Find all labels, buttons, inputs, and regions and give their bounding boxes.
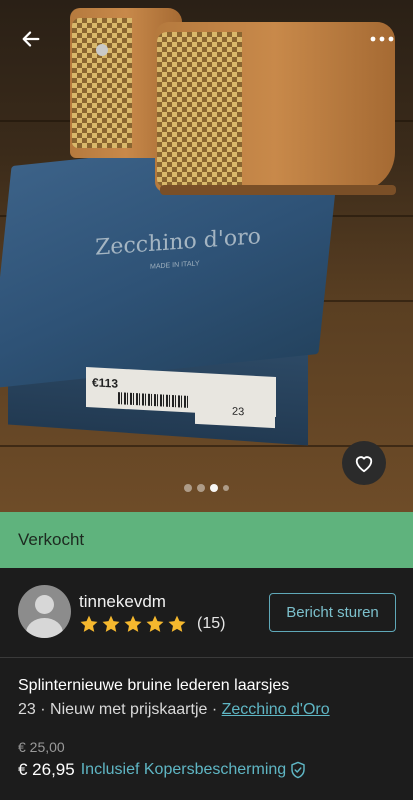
heart-icon — [355, 456, 373, 473]
price-sticker-value: €113 — [92, 375, 119, 391]
meta-separator: · — [35, 701, 51, 718]
more-dots-icon — [370, 36, 394, 42]
item-size: 23 — [18, 701, 36, 718]
item-photo[interactable]: Zecchino d'oro MADE IN ITALY €113 23 — [0, 0, 413, 512]
review-count: (15) — [197, 615, 226, 632]
sold-banner: Verkocht — [0, 512, 413, 568]
item-brand-link[interactable]: Zecchino d'Oro — [222, 701, 330, 718]
meta-separator: · — [207, 701, 222, 718]
boot-front-sole — [160, 185, 396, 195]
favorite-button[interactable] — [342, 441, 386, 485]
buyer-protection-link[interactable]: Inclusief Kopersbescherming — [81, 761, 286, 779]
boot-front-pattern — [157, 32, 242, 187]
size-sticker-value: 23 — [232, 405, 245, 419]
carousel-dot-active[interactable] — [210, 484, 218, 492]
star-icon — [102, 615, 120, 632]
more-options-button[interactable] — [365, 22, 399, 56]
carousel-dot[interactable] — [197, 484, 205, 492]
seller-username[interactable]: tinnekevdm — [79, 592, 166, 612]
item-price: € 25,00 — [18, 739, 65, 755]
carousel-indicator — [0, 484, 413, 492]
boot-back-pattern — [72, 18, 132, 148]
item-meta: 23 · Nieuw met prijskaartje · Zecchino d… — [18, 701, 330, 719]
seller-rating[interactable]: (15) — [79, 614, 225, 634]
star-icon — [168, 615, 186, 632]
send-message-button[interactable]: Bericht sturen — [269, 593, 396, 632]
seller-section: tinnekevdm (15) Bericht sturen — [0, 568, 413, 658]
seller-avatar[interactable] — [18, 585, 71, 638]
item-total-price: € 26,95 — [18, 760, 75, 779]
avatar-head-shape — [35, 595, 54, 614]
sold-status-label: Verkocht — [18, 530, 85, 549]
star-icon — [146, 615, 164, 632]
item-condition: Nieuw met prijskaartje — [50, 701, 208, 718]
star-icon — [80, 615, 98, 632]
carousel-dot[interactable] — [223, 485, 229, 491]
back-arrow-icon — [22, 31, 40, 47]
shield-check-icon — [291, 761, 305, 779]
avatar-body-shape — [26, 618, 63, 638]
item-title: Splinternieuwe bruine lederen laarsjes — [18, 677, 290, 694]
boot-snap-button — [96, 44, 108, 56]
back-button[interactable] — [14, 22, 48, 56]
total-price-row[interactable]: € 26,95 Inclusief Kopersbescherming — [18, 760, 306, 780]
star-icon — [124, 615, 142, 632]
carousel-dot[interactable] — [184, 484, 192, 492]
item-details: Splinternieuwe bruine lederen laarsjes 2… — [0, 659, 413, 800]
